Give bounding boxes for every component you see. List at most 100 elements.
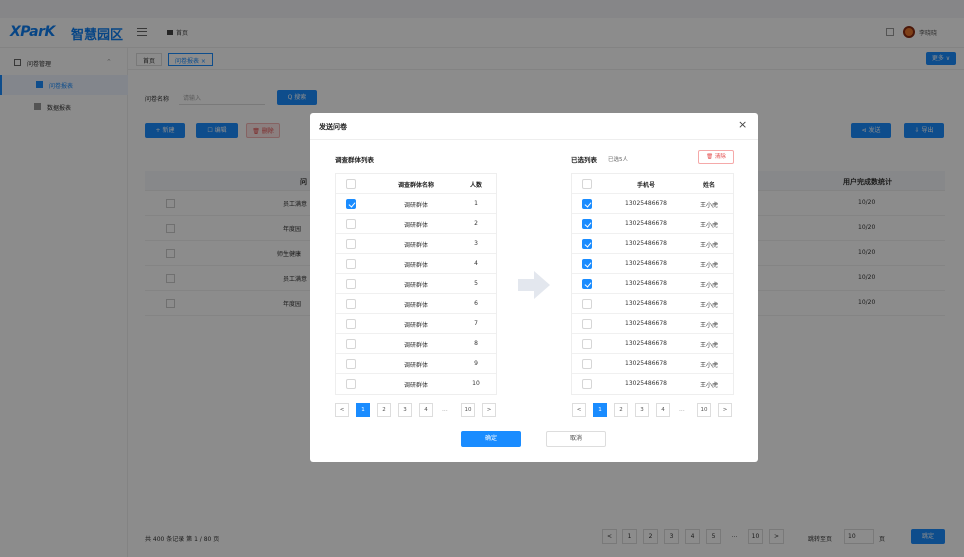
row-checkbox[interactable] xyxy=(346,339,356,349)
column-header-phone: 手机号 xyxy=(636,182,655,189)
select-all-checkbox[interactable] xyxy=(346,179,356,189)
clear-button[interactable]: 🗑 清除 xyxy=(698,150,734,164)
row-checkbox[interactable] xyxy=(346,259,356,269)
left-page-button[interactable]: 10 xyxy=(461,403,475,417)
phone-number: 13025486678 xyxy=(625,320,667,327)
list-item[interactable]: 13025486678 王小虎 xyxy=(572,354,733,374)
list-item[interactable]: 13025486678 王小虎 xyxy=(572,334,733,354)
selected-list-title: 已选列表 xyxy=(571,156,597,164)
phone-number: 13025486678 xyxy=(625,340,667,347)
row-checkbox[interactable] xyxy=(346,319,356,329)
right-page-ellipsis: ... xyxy=(679,406,685,413)
person-name: 王小虎 xyxy=(699,222,718,229)
group-count: 1 xyxy=(474,200,478,207)
list-item[interactable]: 13025486678 王小虎 xyxy=(572,374,733,394)
row-checkbox[interactable] xyxy=(582,279,592,289)
right-page-next-button[interactable]: > xyxy=(718,403,732,417)
group-count: 5 xyxy=(474,280,478,287)
group-count: 3 xyxy=(474,240,478,247)
group-name: 调研群体 xyxy=(403,322,428,329)
close-icon[interactable]: × xyxy=(738,118,747,131)
list-item[interactable]: 调研群体 8 xyxy=(336,334,496,354)
list-item[interactable]: 13025486678 王小虎 xyxy=(572,274,733,294)
list-item[interactable]: 调研群体 6 xyxy=(336,294,496,314)
group-count: 8 xyxy=(474,340,478,347)
left-page-button[interactable]: 1 xyxy=(356,403,370,417)
group-name: 调研群体 xyxy=(403,282,428,289)
phone-number: 13025486678 xyxy=(625,260,667,267)
list-item[interactable]: 13025486678 王小虎 xyxy=(572,254,733,274)
list-item[interactable]: 调研群体 3 xyxy=(336,234,496,254)
row-checkbox[interactable] xyxy=(346,299,356,309)
send-survey-dialog: 发送问卷 × 调查群体列表 调查群体名称 人数 调研群体 1 调研群体 2 调研群体… xyxy=(310,113,758,462)
list-item[interactable]: 13025486678 王小虎 xyxy=(572,234,733,254)
column-header-group-name: 调查群体名称 xyxy=(397,182,434,189)
row-checkbox[interactable] xyxy=(346,219,356,229)
confirm-button[interactable]: 确定 xyxy=(461,431,521,447)
group-list-title: 调查群体列表 xyxy=(335,156,374,164)
person-name: 王小虎 xyxy=(699,242,718,249)
group-list-header: 调查群体名称 人数 xyxy=(336,174,496,194)
group-name: 调研群体 xyxy=(403,202,428,209)
row-checkbox[interactable] xyxy=(582,339,592,349)
select-all-checkbox[interactable] xyxy=(582,179,592,189)
list-item[interactable]: 调研群体 9 xyxy=(336,354,496,374)
left-page-button[interactable]: 3 xyxy=(398,403,412,417)
list-item[interactable]: 调研群体 1 xyxy=(336,194,496,214)
group-name: 调研群体 xyxy=(403,262,428,269)
row-checkbox[interactable] xyxy=(346,359,356,369)
cancel-button[interactable]: 取消 xyxy=(546,431,606,447)
right-page-button[interactable]: 3 xyxy=(635,403,649,417)
right-page-prev-button[interactable]: < xyxy=(572,403,586,417)
list-item[interactable]: 调研群体 5 xyxy=(336,274,496,294)
row-checkbox[interactable] xyxy=(582,259,592,269)
right-page-button[interactable]: 10 xyxy=(697,403,711,417)
group-count: 4 xyxy=(474,260,478,267)
list-item[interactable]: 调研群体 7 xyxy=(336,314,496,334)
row-checkbox[interactable] xyxy=(582,219,592,229)
left-page-prev-button[interactable]: < xyxy=(335,403,349,417)
phone-number: 13025486678 xyxy=(625,380,667,387)
list-item[interactable]: 13025486678 王小虎 xyxy=(572,194,733,214)
group-count: 7 xyxy=(474,320,478,327)
phone-number: 13025486678 xyxy=(625,240,667,247)
list-item[interactable]: 调研群体 10 xyxy=(336,374,496,394)
column-header-count: 人数 xyxy=(469,182,482,189)
group-count: 6 xyxy=(474,300,478,307)
row-checkbox[interactable] xyxy=(582,299,592,309)
phone-number: 13025486678 xyxy=(625,220,667,227)
person-name: 王小虎 xyxy=(699,302,718,309)
row-checkbox[interactable] xyxy=(582,239,592,249)
row-checkbox[interactable] xyxy=(346,199,356,209)
left-page-button[interactable]: 2 xyxy=(377,403,391,417)
person-name: 王小虎 xyxy=(699,362,718,369)
list-item[interactable]: 13025486678 王小虎 xyxy=(572,294,733,314)
list-item[interactable]: 调研群体 4 xyxy=(336,254,496,274)
column-header-name: 姓名 xyxy=(702,182,715,189)
row-checkbox[interactable] xyxy=(582,199,592,209)
row-checkbox[interactable] xyxy=(346,379,356,389)
right-page-button[interactable]: 2 xyxy=(614,403,628,417)
selected-list: 手机号 姓名 13025486678 王小虎 13025486678 王小虎 130… xyxy=(571,173,734,395)
row-checkbox[interactable] xyxy=(582,319,592,329)
group-name: 调研群体 xyxy=(403,382,428,389)
right-page-button[interactable]: 4 xyxy=(656,403,670,417)
row-checkbox[interactable] xyxy=(582,359,592,369)
person-name: 王小虎 xyxy=(699,322,718,329)
dialog-title: 发送问卷 xyxy=(319,123,347,131)
list-item[interactable]: 调研群体 2 xyxy=(336,214,496,234)
phone-number: 13025486678 xyxy=(625,200,667,207)
right-page-button[interactable]: 1 xyxy=(593,403,607,417)
row-checkbox[interactable] xyxy=(346,239,356,249)
person-name: 王小虎 xyxy=(699,342,718,349)
selected-count: 已选5人 xyxy=(608,157,628,163)
group-list: 调查群体名称 人数 调研群体 1 调研群体 2 调研群体 3 调研群体 4 调研群体 5 … xyxy=(335,173,497,395)
group-name: 调研群体 xyxy=(403,222,428,229)
list-item[interactable]: 13025486678 王小虎 xyxy=(572,214,733,234)
left-page-button[interactable]: 4 xyxy=(419,403,433,417)
row-checkbox[interactable] xyxy=(346,279,356,289)
person-name: 王小虎 xyxy=(699,262,718,269)
left-page-next-button[interactable]: > xyxy=(482,403,496,417)
list-item[interactable]: 13025486678 王小虎 xyxy=(572,314,733,334)
row-checkbox[interactable] xyxy=(582,379,592,389)
